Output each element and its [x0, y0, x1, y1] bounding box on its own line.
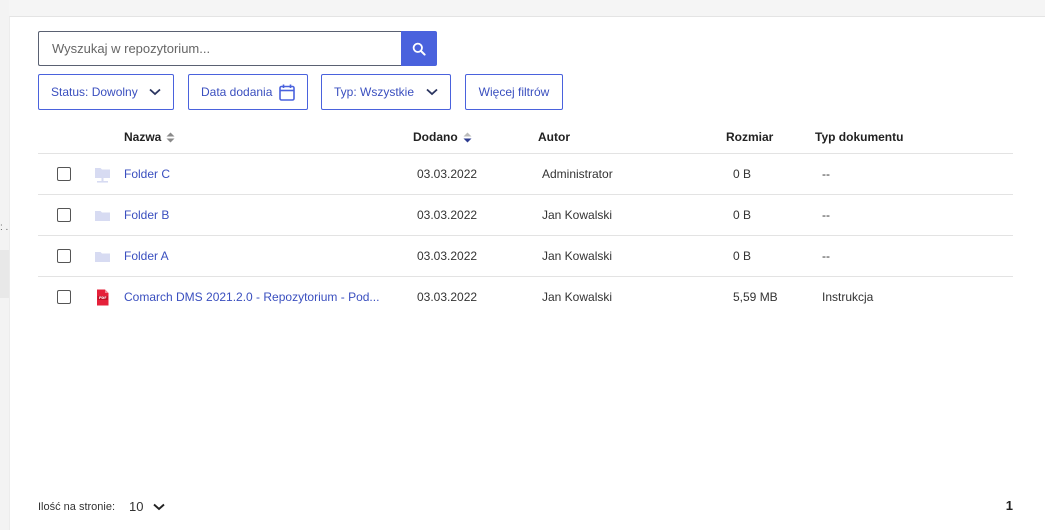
folder-icon: [95, 252, 110, 262]
shared-folder-icon: [95, 168, 110, 183]
sort-icon: [166, 132, 175, 142]
documents-table: Nazwa Dodano Autor Rozmiar Typ dokumentu: [38, 120, 1013, 318]
row-doctype: --: [822, 167, 830, 181]
top-bar: [0, 0, 1045, 16]
row-author: Jan Kowalski: [542, 290, 613, 304]
column-doctype-header: Typ dokumentu: [815, 130, 903, 144]
row-date: 03.03.2022: [417, 167, 478, 181]
row-doctype: Instrukcja: [822, 290, 874, 304]
row-author: Administrator: [542, 167, 613, 181]
row-name-link[interactable]: Comarch DMS 2021.2.0 - Repozytorium - Po…: [124, 290, 379, 304]
sidebar-highlight: [0, 250, 9, 298]
row-doctype: --: [822, 249, 830, 263]
per-page-control: Ilość na stronie: 10: [38, 499, 165, 514]
table-row[interactable]: PDF Comarch DMS 2021.2.0 - Repozytorium …: [38, 277, 1013, 318]
row-author: Jan Kowalski: [542, 208, 613, 222]
page-number[interactable]: 1: [1006, 498, 1013, 513]
row-date: 03.03.2022: [417, 208, 478, 222]
row-checkbox[interactable]: [57, 290, 71, 304]
table-row[interactable]: Folder A 03.03.2022 Jan Kowalski 0 B --: [38, 236, 1013, 277]
type-filter[interactable]: Typ: Wszystkie: [321, 74, 451, 110]
search-bar: [38, 31, 437, 66]
search-input[interactable]: [38, 31, 401, 66]
row-name-link[interactable]: Folder B: [124, 208, 169, 222]
per-page-select[interactable]: 10: [129, 499, 165, 514]
chevron-down-icon: [426, 88, 438, 96]
column-author-label: Autor: [538, 130, 570, 144]
row-size: 0 B: [733, 167, 752, 181]
status-filter[interactable]: Status: Dowolny: [38, 74, 174, 110]
column-size-label: Rozmiar: [726, 130, 774, 144]
column-size-header: Rozmiar: [726, 130, 773, 144]
table-row[interactable]: Folder C 03.03.2022 Administrator 0 B --: [38, 154, 1013, 195]
folder-icon: [95, 211, 110, 221]
left-sidebar-edge: : .: [0, 0, 9, 530]
sidebar-truncated-text: : .: [0, 222, 9, 233]
chevron-down-icon: [149, 88, 161, 96]
chevron-down-icon: [152, 503, 165, 510]
per-page-value: 10: [129, 499, 144, 514]
pagination-footer: Ilość na stronie: 10 1: [38, 497, 1013, 517]
column-added-label: Dodano: [413, 130, 458, 144]
row-doctype: --: [822, 208, 830, 222]
date-added-filter-label: Data dodania: [201, 85, 273, 99]
row-checkbox[interactable]: [57, 167, 71, 181]
column-added-header[interactable]: Dodano: [413, 130, 472, 144]
date-added-filter[interactable]: Data dodania: [188, 74, 308, 110]
column-name-header[interactable]: Nazwa: [124, 130, 175, 144]
calendar-icon: [279, 84, 295, 101]
status-filter-label: Status: Dowolny: [51, 85, 138, 99]
table-row[interactable]: Folder B 03.03.2022 Jan Kowalski 0 B --: [38, 195, 1013, 236]
pdf-file-icon: PDF: [97, 289, 109, 306]
table-header: Nazwa Dodano Autor Rozmiar Typ dokumentu: [38, 120, 1013, 154]
more-filters-label: Więcej filtrów: [478, 85, 550, 99]
row-name-link[interactable]: Folder A: [124, 249, 169, 263]
repository-panel: Status: Dowolny Data dodania Typ: Wszyst…: [9, 16, 1045, 530]
sort-desc-icon: [463, 132, 472, 142]
row-size: 5,59 MB: [733, 290, 778, 304]
type-filter-label: Typ: Wszystkie: [334, 85, 415, 99]
per-page-label: Ilość na stronie:: [38, 500, 116, 513]
svg-text:PDF: PDF: [99, 296, 107, 300]
column-name-label: Nazwa: [124, 130, 162, 144]
row-date: 03.03.2022: [417, 249, 478, 263]
row-checkbox[interactable]: [57, 249, 71, 263]
search-button[interactable]: [401, 31, 437, 66]
more-filters-button[interactable]: Więcej filtrów: [465, 74, 563, 110]
row-name-link[interactable]: Folder C: [124, 167, 170, 181]
row-size: 0 B: [733, 249, 752, 263]
search-icon: [412, 42, 426, 56]
row-author: Jan Kowalski: [542, 249, 613, 263]
column-doctype-label: Typ dokumentu: [815, 130, 904, 144]
row-size: 0 B: [733, 208, 752, 222]
row-checkbox[interactable]: [57, 208, 71, 222]
row-date: 03.03.2022: [417, 290, 478, 304]
column-author-header: Autor: [538, 130, 570, 144]
